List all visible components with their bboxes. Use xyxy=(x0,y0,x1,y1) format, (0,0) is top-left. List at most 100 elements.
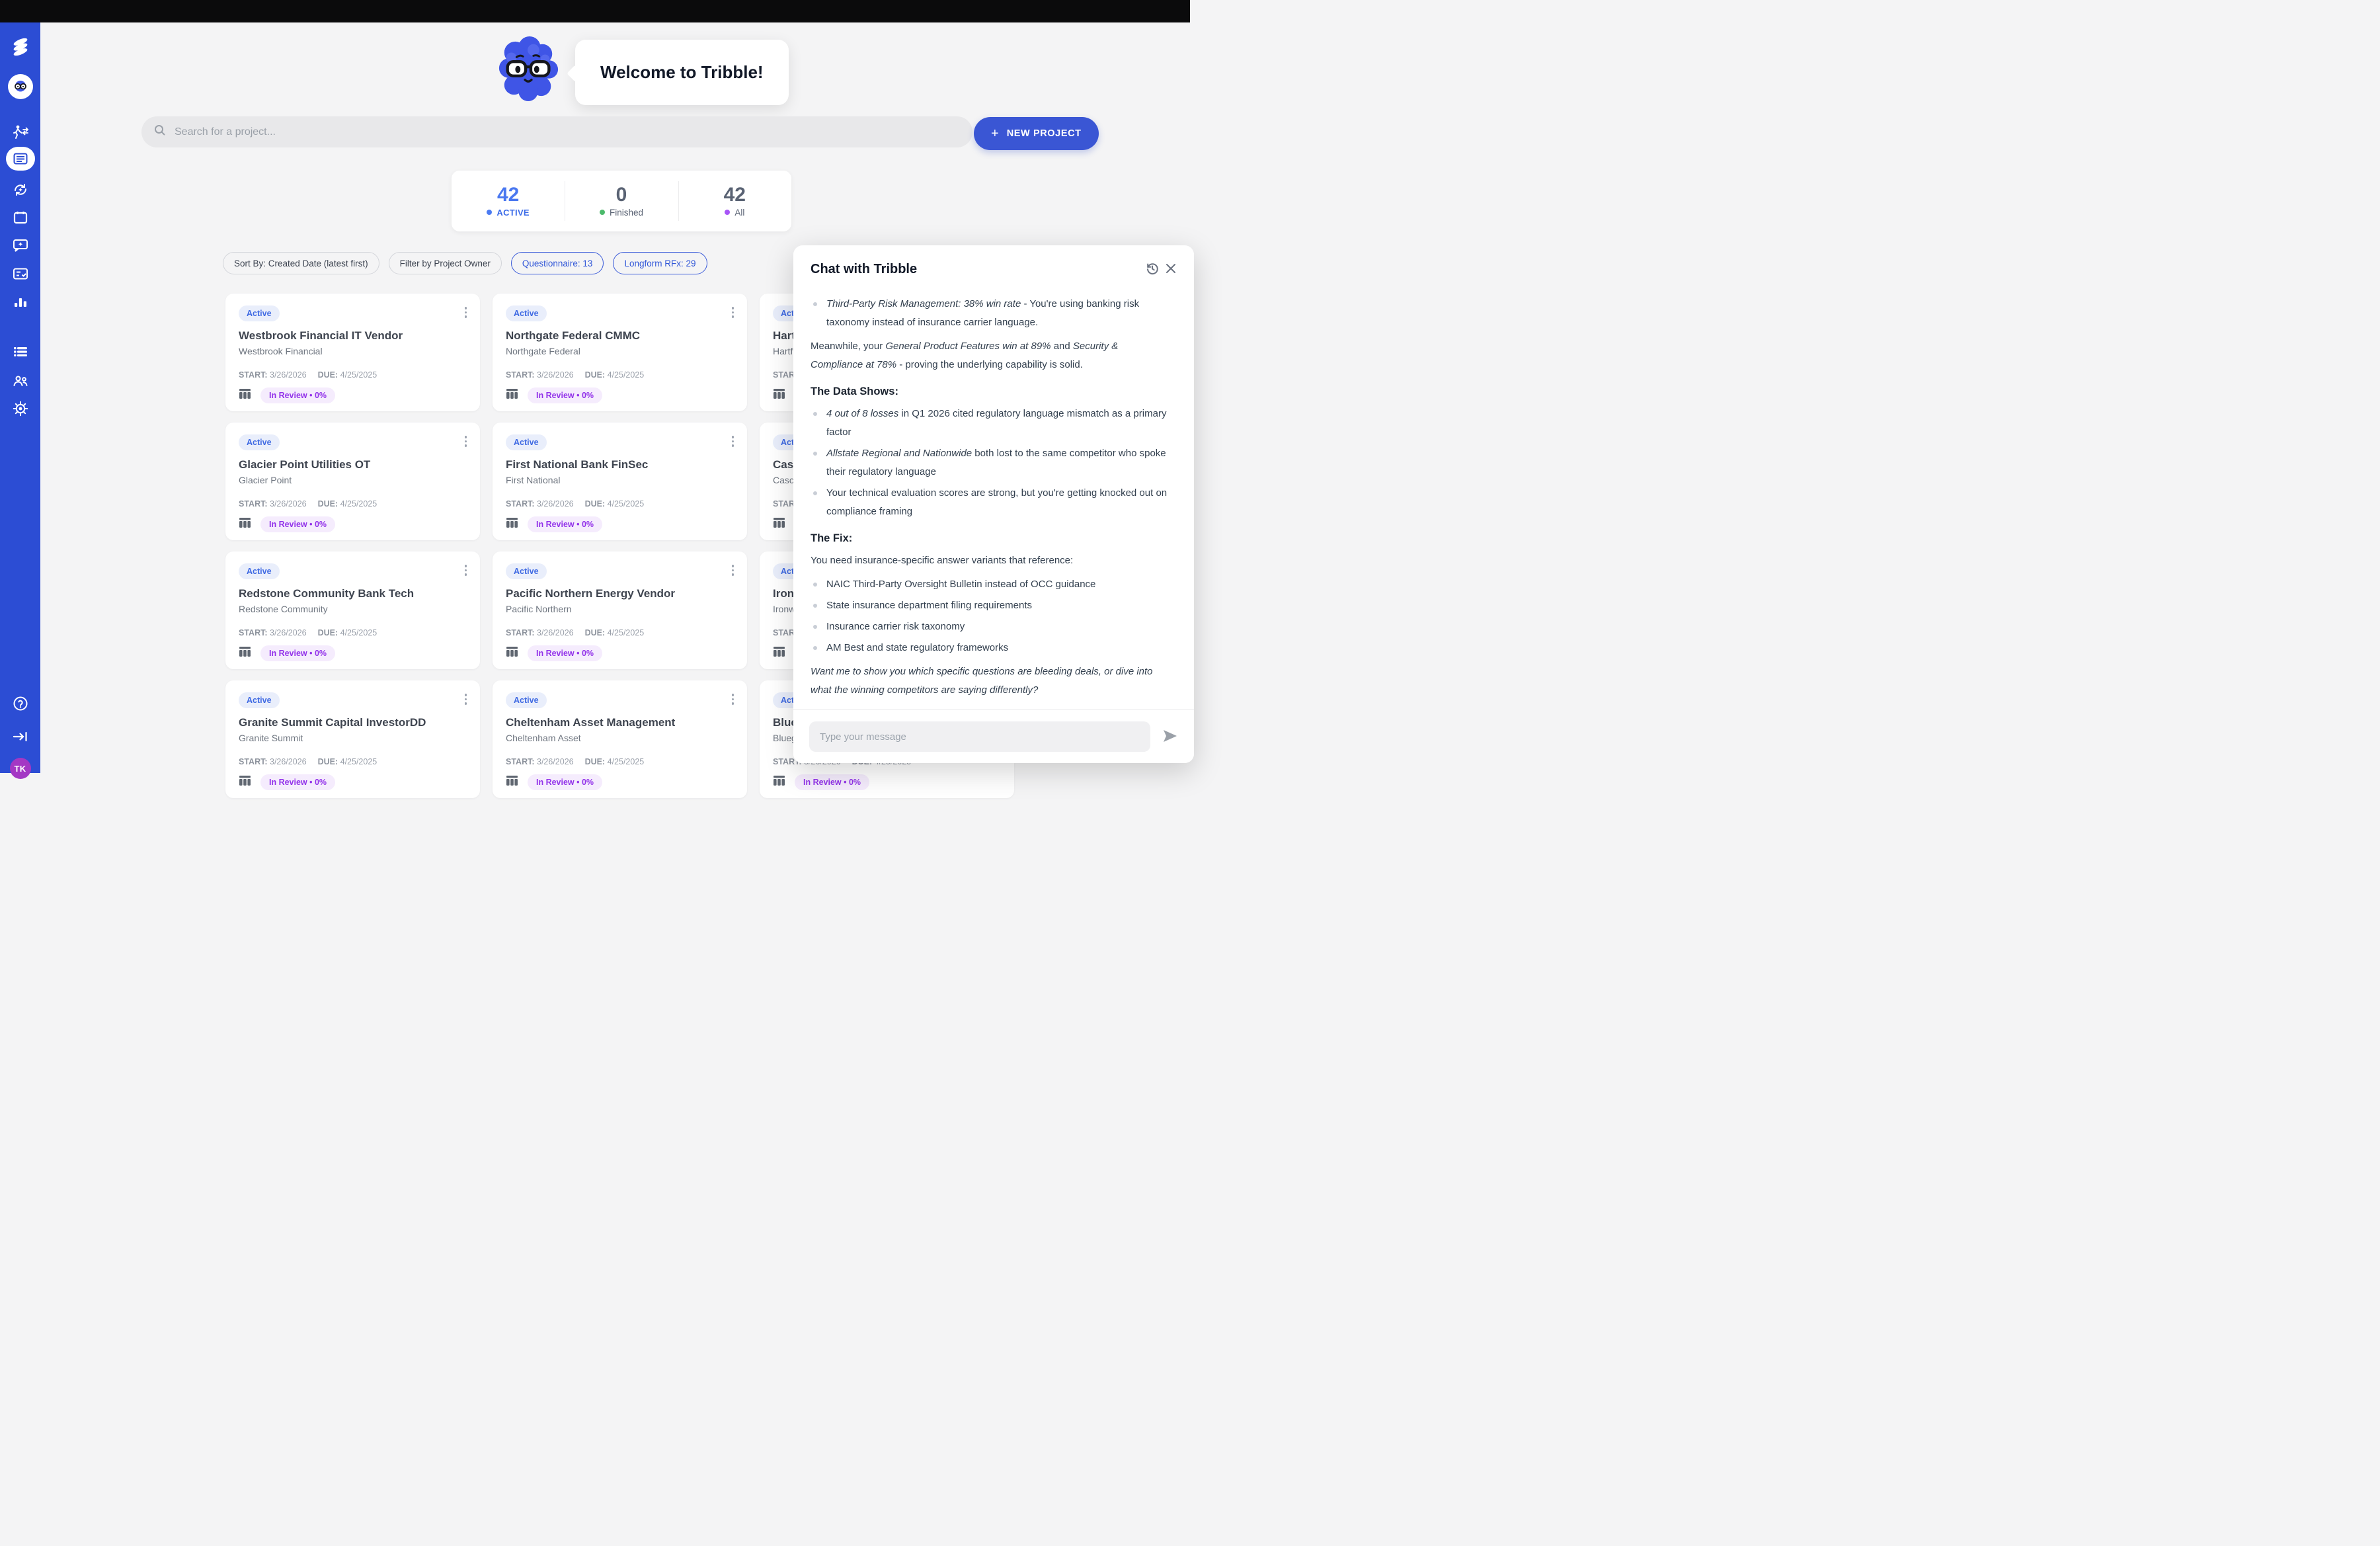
start-label: START: xyxy=(506,370,535,380)
sidebar-item-library[interactable] xyxy=(0,342,40,362)
due-value: 4/25/2025 xyxy=(340,499,377,509)
kebab-menu-icon[interactable] xyxy=(728,562,738,579)
project-card[interactable]: Active Northgate Federal CMMC Northgate … xyxy=(493,294,747,411)
project-card[interactable]: Active Granite Summit Capital InvestorDD… xyxy=(225,680,480,798)
project-subtitle: Granite Summit xyxy=(239,733,467,743)
tribble-logo-icon xyxy=(9,36,32,58)
table-icon xyxy=(239,388,251,403)
due-value: 4/25/2025 xyxy=(340,628,377,637)
table-icon xyxy=(239,775,251,790)
project-card[interactable]: Active Pacific Northern Energy Vendor Pa… xyxy=(493,551,747,669)
project-subtitle: Cheltenham Asset xyxy=(506,733,734,743)
send-button[interactable] xyxy=(1160,726,1181,748)
due-value: 4/25/2025 xyxy=(608,628,645,637)
stat-all-value: 42 xyxy=(724,185,746,205)
sidebar-item-sync[interactable] xyxy=(0,180,40,200)
kebab-menu-icon[interactable] xyxy=(461,562,471,579)
chat-message-input[interactable] xyxy=(809,721,1150,752)
chat-paragraph: Want me to show you which specific quest… xyxy=(811,663,1171,700)
project-card[interactable]: Active Westbrook Financial IT Vendor Wes… xyxy=(225,294,480,411)
kebab-menu-icon[interactable] xyxy=(728,433,738,450)
due-label: DUE: xyxy=(585,370,606,380)
status-badge: Active xyxy=(506,563,547,579)
questionnaire-chip[interactable]: Questionnaire: 13 xyxy=(511,252,604,274)
project-dates: START: 3/26/2026 DUE: 4/25/2025 xyxy=(506,499,734,509)
kebab-menu-icon[interactable] xyxy=(728,691,738,708)
project-search[interactable] xyxy=(141,116,972,147)
due-value: 4/25/2025 xyxy=(340,370,377,380)
stat-all[interactable]: 42 All xyxy=(678,171,791,231)
due-label: DUE: xyxy=(585,628,606,637)
project-subtitle: Glacier Point xyxy=(239,475,467,485)
longform-rfx-chip[interactable]: Longform RFx: 29 xyxy=(613,252,707,274)
sidebar-item-calendar[interactable] xyxy=(0,208,40,227)
sidebar-user-avatar[interactable]: TK xyxy=(0,757,40,780)
progress-badge: In Review • 0% xyxy=(795,774,869,790)
kebab-menu-icon[interactable] xyxy=(461,304,471,321)
chat-bullet-list: Third-Party Risk Management: 38% win rat… xyxy=(811,295,1171,332)
project-card[interactable]: Active Cheltenham Asset Management Chelt… xyxy=(493,680,747,798)
due-value: 4/25/2025 xyxy=(608,757,645,766)
progress-badge: In Review • 0% xyxy=(528,645,602,661)
project-dates: START: 3/26/2026 DUE: 4/25/2025 xyxy=(239,628,467,637)
sidebar-item-team[interactable] xyxy=(0,371,40,391)
table-icon xyxy=(239,517,251,532)
sort-by-chip[interactable]: Sort By: Created Date (latest first) xyxy=(223,252,379,274)
start-label: START: xyxy=(239,499,268,509)
sidebar-item-projects[interactable] xyxy=(0,147,40,171)
kebab-menu-icon[interactable] xyxy=(461,691,471,708)
stat-active-label: ACTIVE xyxy=(496,208,529,218)
status-badge: Active xyxy=(506,692,547,708)
progress-badge: In Review • 0% xyxy=(260,645,335,661)
search-input[interactable] xyxy=(175,126,961,138)
project-title: Redstone Community Bank Tech xyxy=(239,587,467,600)
project-title: Granite Summit Capital InvestorDD xyxy=(239,716,467,729)
project-card[interactable]: Active Glacier Point Utilities OT Glacie… xyxy=(225,423,480,540)
project-title: Westbrook Financial IT Vendor xyxy=(239,329,467,343)
stat-active[interactable]: 42 ACTIVE xyxy=(452,171,565,231)
search-icon xyxy=(153,124,167,140)
sidebar-item-assistant[interactable] xyxy=(0,74,40,99)
sidebar-item-settings[interactable] xyxy=(0,399,40,419)
kebab-menu-icon[interactable] xyxy=(728,304,738,321)
filter-owner-chip[interactable]: Filter by Project Owner xyxy=(389,252,502,274)
chat-bullet-item: NAIC Third-Party Oversight Bulletin inst… xyxy=(811,575,1171,594)
progress-badge: In Review • 0% xyxy=(260,516,335,532)
start-value: 3/26/2026 xyxy=(537,757,576,766)
exit-arrow-icon xyxy=(13,730,28,743)
chat-bullet-item: State insurance department filing requir… xyxy=(811,596,1171,615)
start-label: START: xyxy=(239,370,268,380)
sidebar-item-help[interactable] xyxy=(0,694,40,713)
sidebar-item-analytics[interactable] xyxy=(0,292,40,312)
chat-paragraph: You need insurance-specific answer varia… xyxy=(811,551,1171,570)
history-button[interactable] xyxy=(1142,259,1162,280)
sidebar-item-collapse[interactable] xyxy=(0,727,40,747)
top-bar xyxy=(0,0,1190,22)
projects-card-icon xyxy=(6,147,35,171)
bar-chart-icon xyxy=(13,296,28,309)
chat-bullet-item: 4 out of 8 losses in Q1 2026 cited regul… xyxy=(811,405,1171,442)
kebab-menu-icon[interactable] xyxy=(461,433,471,450)
stat-finished[interactable]: 0 Finished xyxy=(565,171,678,231)
progress-badge: In Review • 0% xyxy=(528,774,602,790)
project-card[interactable]: Active Redstone Community Bank Tech Reds… xyxy=(225,551,480,669)
gear-icon xyxy=(13,401,28,417)
all-dot-icon xyxy=(725,210,730,215)
close-chat-button[interactable] xyxy=(1162,260,1179,279)
chat-input-bar xyxy=(793,710,1194,763)
table-icon xyxy=(506,775,518,790)
sidebar-item-chat[interactable] xyxy=(0,235,40,255)
sidebar-item-handoff[interactable] xyxy=(0,122,40,142)
chat-section-heading: The Data Shows: xyxy=(811,384,1171,399)
sidebar-item-tasks[interactable] xyxy=(0,264,40,284)
due-value: 4/25/2025 xyxy=(608,370,645,380)
due-label: DUE: xyxy=(585,757,606,766)
project-card[interactable]: Active First National Bank FinSec First … xyxy=(493,423,747,540)
project-subtitle: First National xyxy=(506,475,734,485)
new-project-button[interactable]: + NEW PROJECT xyxy=(974,117,1099,150)
due-value: 4/25/2025 xyxy=(340,757,377,766)
chat-panel: Chat with Tribble Third-Party Risk Manag… xyxy=(793,245,1194,763)
status-badge: Active xyxy=(239,692,280,708)
table-icon xyxy=(773,646,785,661)
table-icon xyxy=(773,517,785,532)
